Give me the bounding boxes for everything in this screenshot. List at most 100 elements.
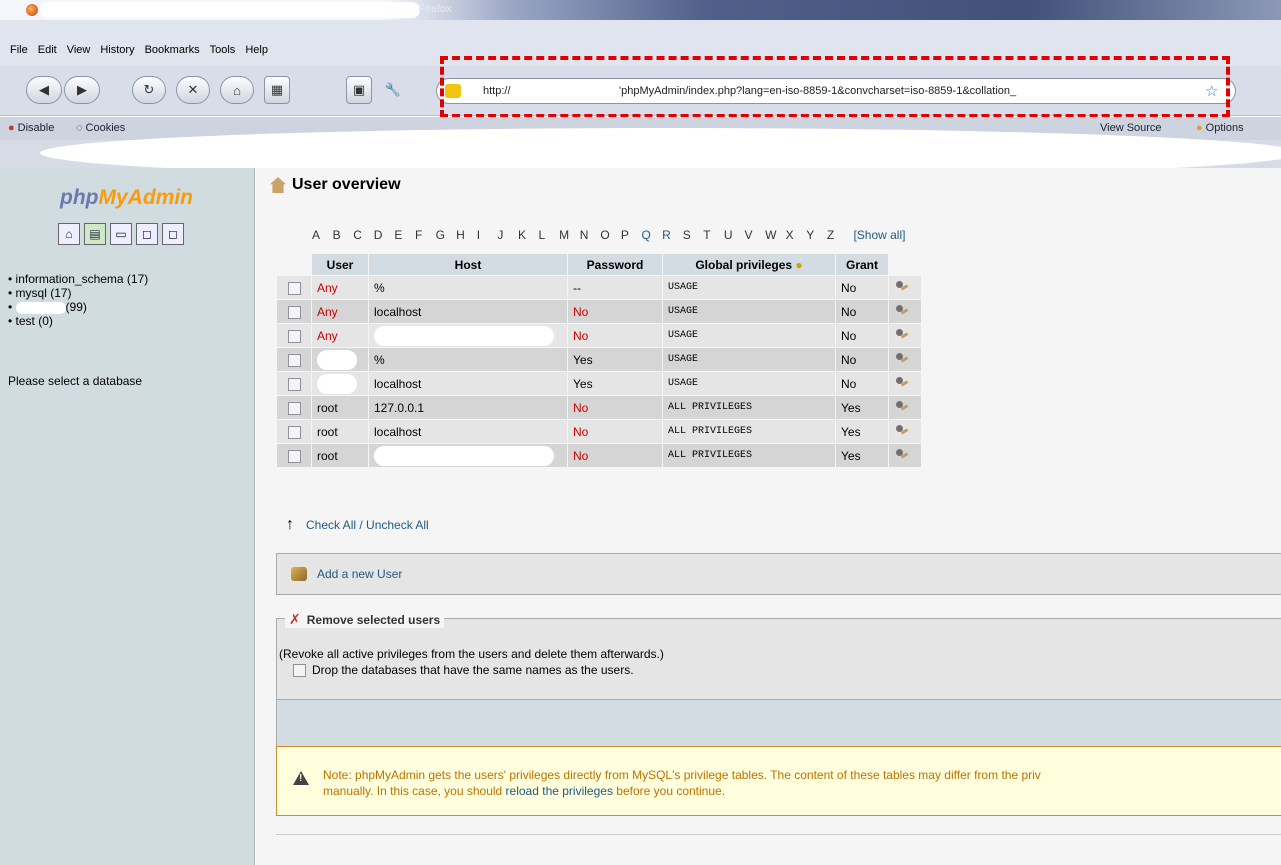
forward-button[interactable]: ▶ [64,76,100,104]
sql-icon[interactable]: ▭ [110,223,132,245]
cell-grant: Yes [836,420,888,443]
row-checkbox[interactable] [287,353,301,367]
edit-privileges-icon[interactable] [894,279,908,293]
back-button[interactable]: ◀ [26,76,62,104]
add-user-link[interactable]: Add a new User [317,567,402,581]
drop-databases-checkbox[interactable] [293,663,306,677]
letter-r-link[interactable]: R [662,228,683,242]
disable-label: Disable [17,122,55,134]
menu-help[interactable]: Help [245,44,268,56]
phpmyadmin-logo[interactable]: phpMyAdmin [60,186,193,210]
show-all-link[interactable]: [Show all] [853,228,905,242]
letter-v: V [744,228,753,242]
edit-privileges-icon[interactable] [894,351,908,365]
db-item[interactable]: test (0) [8,314,148,328]
wrench-icon: 🔧 [384,82,402,97]
privileges-notice: Note: phpMyAdmin gets the users' privile… [276,746,1281,816]
db-label: information_schema (17) [15,272,149,286]
check-all-row: ↑ Check All / Uncheck All [286,516,429,534]
cookies-label: Cookies [85,122,126,134]
addon-button-1[interactable]: ▦ [264,76,290,104]
drop-databases-option[interactable]: Drop the databases that have the same na… [293,663,634,677]
bookmark-star-icon[interactable]: ☆ [1205,82,1218,100]
notice-text: Note: phpMyAdmin gets the users' privile… [323,767,1041,799]
menu-bookmarks[interactable]: Bookmarks [145,44,200,56]
row-checkbox[interactable] [287,449,301,463]
table-row: % Yes USAGE No [277,348,921,371]
help-icon[interactable]: ◻ [162,223,184,245]
remove-users-legend: ✗ Remove selected users [285,611,445,628]
header-global-privileges: Global privileges ● [663,254,835,275]
logo-admin: Admin [127,186,193,209]
row-checkbox[interactable] [287,305,301,319]
options-menu[interactable]: ● Options [1196,122,1244,134]
edit-privileges-icon[interactable] [894,447,908,461]
warning-icon [293,771,309,785]
db-item[interactable]: information_schema (17) [8,272,149,286]
cell-grant: No [836,324,888,347]
menu-edit[interactable]: Edit [38,44,57,56]
letter-t: T [703,228,711,242]
edit-privileges-icon[interactable] [894,303,908,317]
wrench-button[interactable]: 🔧 [380,76,406,104]
row-checkbox[interactable] [287,401,301,415]
view-source-menu[interactable]: View Source [1100,122,1162,134]
user-table: User Host Password Global privileges ● G… [276,253,922,468]
db-item[interactable]: mysql (17) [8,286,148,300]
cell-host: localhost [369,300,567,323]
row-checkbox[interactable] [287,425,301,439]
reload-button[interactable]: ↻ [132,76,166,104]
row-checkbox[interactable] [287,329,301,343]
edit-privileges-icon[interactable] [894,399,908,413]
disable-menu[interactable]: ● Disable [8,122,54,134]
cell-host: % [369,348,567,371]
notice-line-1: Note: phpMyAdmin gets the users' privile… [323,768,1041,782]
check-all-link[interactable]: Check All / Uncheck All [306,518,429,532]
row-checkbox[interactable] [287,281,301,295]
cell-user [312,348,368,371]
url-bar[interactable]: http:// 'phpMyAdmin/index.php?lang=en-is… [436,78,1236,104]
cell-host [369,324,567,347]
header-grant: Grant [836,254,888,275]
home-button[interactable]: ⌂ [220,76,254,104]
table-row: root localhost No ALL PRIVILEGES Yes [277,420,921,443]
redacted-host [374,325,554,346]
edit-privileges-icon[interactable] [894,423,908,437]
db-item[interactable]: (99) [8,300,148,314]
menu-view[interactable]: View [67,44,91,56]
cookies-menu[interactable]: ◌ Cookies [76,122,125,134]
cell-password: No [568,396,662,419]
edit-privileges-icon[interactable] [894,327,908,341]
menu-tools[interactable]: Tools [210,44,236,56]
cell-grant: No [836,300,888,323]
stop-button[interactable]: ✕ [176,76,210,104]
row-checkbox[interactable] [287,377,301,391]
letter-e: E [394,228,403,242]
home-icon[interactable]: ⌂ [58,223,80,245]
db-label: mysql (17) [15,286,72,300]
browser-title-bar: Firefox [0,0,1281,20]
menu-file[interactable]: File [10,44,28,56]
cell-user [312,372,368,395]
letter-q-link[interactable]: Q [642,228,663,242]
menu-history[interactable]: History [100,44,134,56]
letter-z: Z [826,228,835,242]
tip-icon[interactable]: ● [795,258,802,272]
cell-host: % [369,276,567,299]
cell-host: 127.0.0.1 [369,396,567,419]
table-row: root No ALL PRIVILEGES Yes [277,444,921,467]
reload-privileges-link[interactable]: reload the privileges [506,784,613,798]
docs-icon[interactable]: ◻ [136,223,158,245]
table-row: Any localhost No USAGE No [277,300,921,323]
letter-y: Y [806,228,815,242]
table-row: Any % -- USAGE No [277,276,921,299]
cell-password: No [568,324,662,347]
query-window-icon[interactable]: ▤ [84,223,106,245]
window-title: Firefox [418,3,452,15]
database-list: information_schema (17) mysql (17) (99) … [8,272,148,328]
header-password: Password [568,254,662,275]
cell-user: root [312,396,368,419]
addon-button-2[interactable]: ▣ [346,76,372,104]
edit-privileges-icon[interactable] [894,375,908,389]
disable-icon: ● [8,122,15,134]
